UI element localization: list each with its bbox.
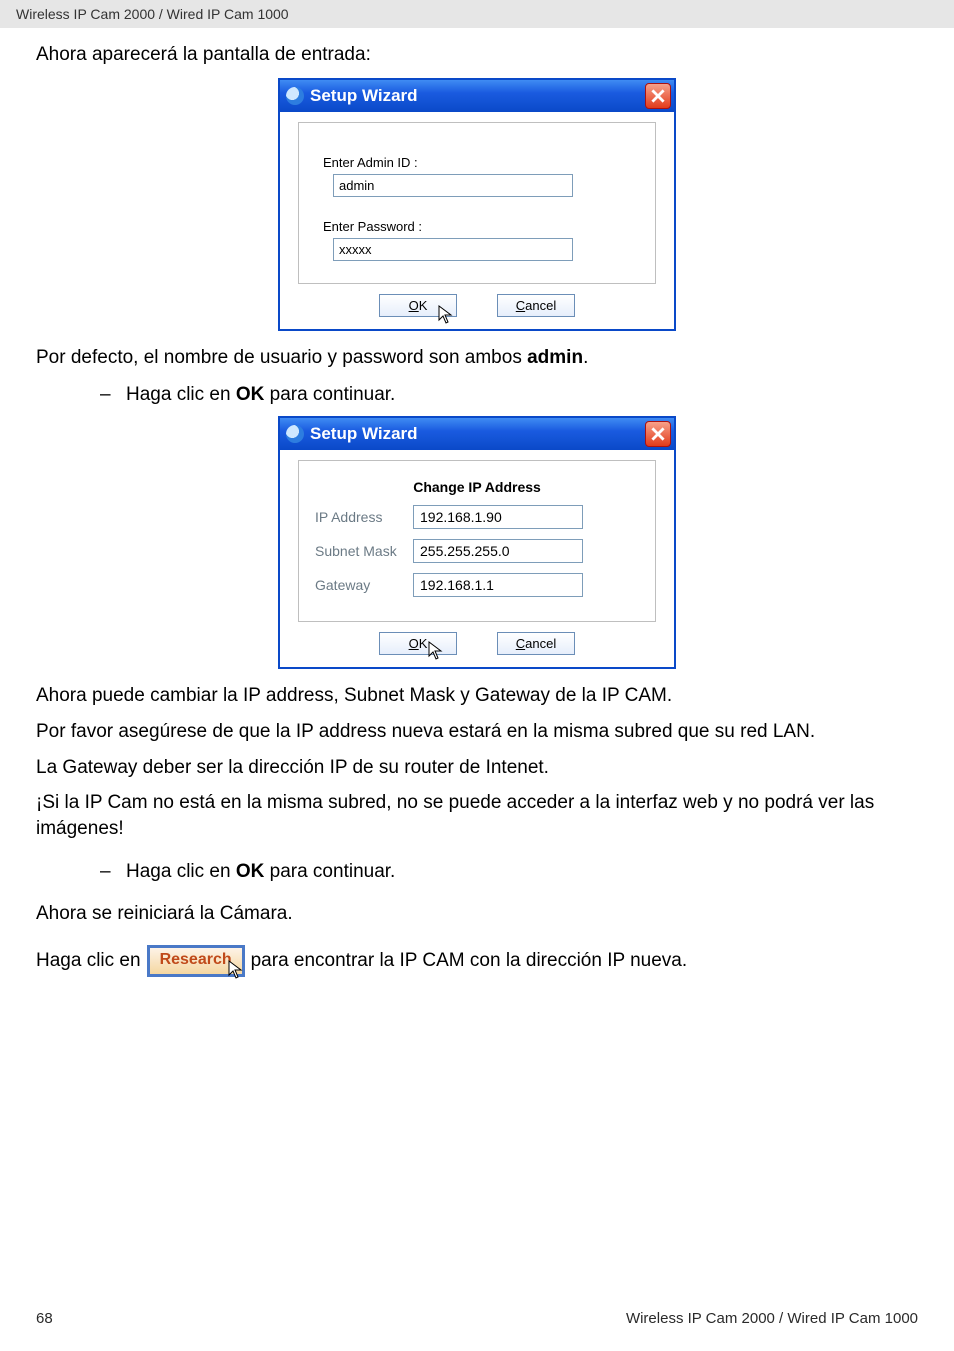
- subnet-mask-label: Subnet Mask: [315, 543, 413, 559]
- setup-wizard-login-dialog: Setup Wizard Enter Admin ID : Enter Pass…: [278, 78, 676, 331]
- app-icon: [286, 87, 304, 105]
- cursor-icon: [228, 960, 244, 980]
- intro-text: Ahora aparecerá la pantalla de entrada:: [36, 42, 918, 68]
- change-ip-text-3: La Gateway deber ser la dirección IP de …: [36, 755, 918, 781]
- research-button[interactable]: Research: [147, 945, 245, 977]
- ok-label: K: [419, 636, 428, 651]
- cancel-label: ancel: [525, 636, 556, 651]
- titlebar: Setup Wizard: [280, 418, 674, 450]
- ok-button[interactable]: OK: [379, 294, 457, 317]
- ok-label: K: [419, 298, 428, 313]
- password-input[interactable]: [333, 238, 573, 261]
- cancel-button[interactable]: Cancel: [497, 632, 575, 655]
- default-credentials-text: Por defecto, el nombre de usuario y pass…: [36, 345, 918, 371]
- change-ip-text-4: ¡Si la IP Cam no está en la misma subred…: [36, 790, 918, 841]
- ip-address-label: IP Address: [315, 509, 413, 525]
- setup-wizard-ip-dialog: Setup Wizard Change IP Address IP Addres…: [278, 416, 676, 669]
- ip-address-input[interactable]: [413, 505, 583, 529]
- ok-button[interactable]: OK: [379, 632, 457, 655]
- dialog-title: Setup Wizard: [310, 86, 418, 106]
- close-icon[interactable]: [645, 83, 671, 109]
- page-number: 68: [36, 1310, 53, 1327]
- research-line: Haga clic en Research para encontrar la …: [36, 945, 918, 977]
- close-icon[interactable]: [645, 421, 671, 447]
- admin-id-label: Enter Admin ID :: [323, 155, 639, 170]
- bullet-ok-2: – Haga clic en OK para continuar.: [100, 861, 918, 883]
- bullet-ok-1: – Haga clic en OK para continuar.: [100, 384, 918, 406]
- admin-id-input[interactable]: [333, 174, 573, 197]
- app-icon: [286, 425, 304, 443]
- titlebar: Setup Wizard: [280, 80, 674, 112]
- doc-header: Wireless IP Cam 2000 / Wired IP Cam 1000: [0, 0, 954, 28]
- subnet-mask-input[interactable]: [413, 539, 583, 563]
- dialog-title: Setup Wizard: [310, 424, 418, 444]
- cancel-label: ancel: [525, 298, 556, 313]
- gateway-input[interactable]: [413, 573, 583, 597]
- change-ip-text-1: Ahora puede cambiar la IP address, Subne…: [36, 683, 918, 709]
- footer-title: Wireless IP Cam 2000 / Wired IP Cam 1000: [626, 1310, 918, 1327]
- restart-text: Ahora se reiniciará la Cámara.: [36, 901, 918, 927]
- change-ip-text-2: Por favor asegúrese de que la IP address…: [36, 719, 918, 745]
- cursor-icon: [428, 641, 444, 661]
- cancel-button[interactable]: Cancel: [497, 294, 575, 317]
- password-label: Enter Password :: [323, 219, 639, 234]
- change-ip-heading: Change IP Address: [315, 479, 639, 495]
- gateway-label: Gateway: [315, 577, 413, 593]
- cursor-icon: [438, 305, 454, 325]
